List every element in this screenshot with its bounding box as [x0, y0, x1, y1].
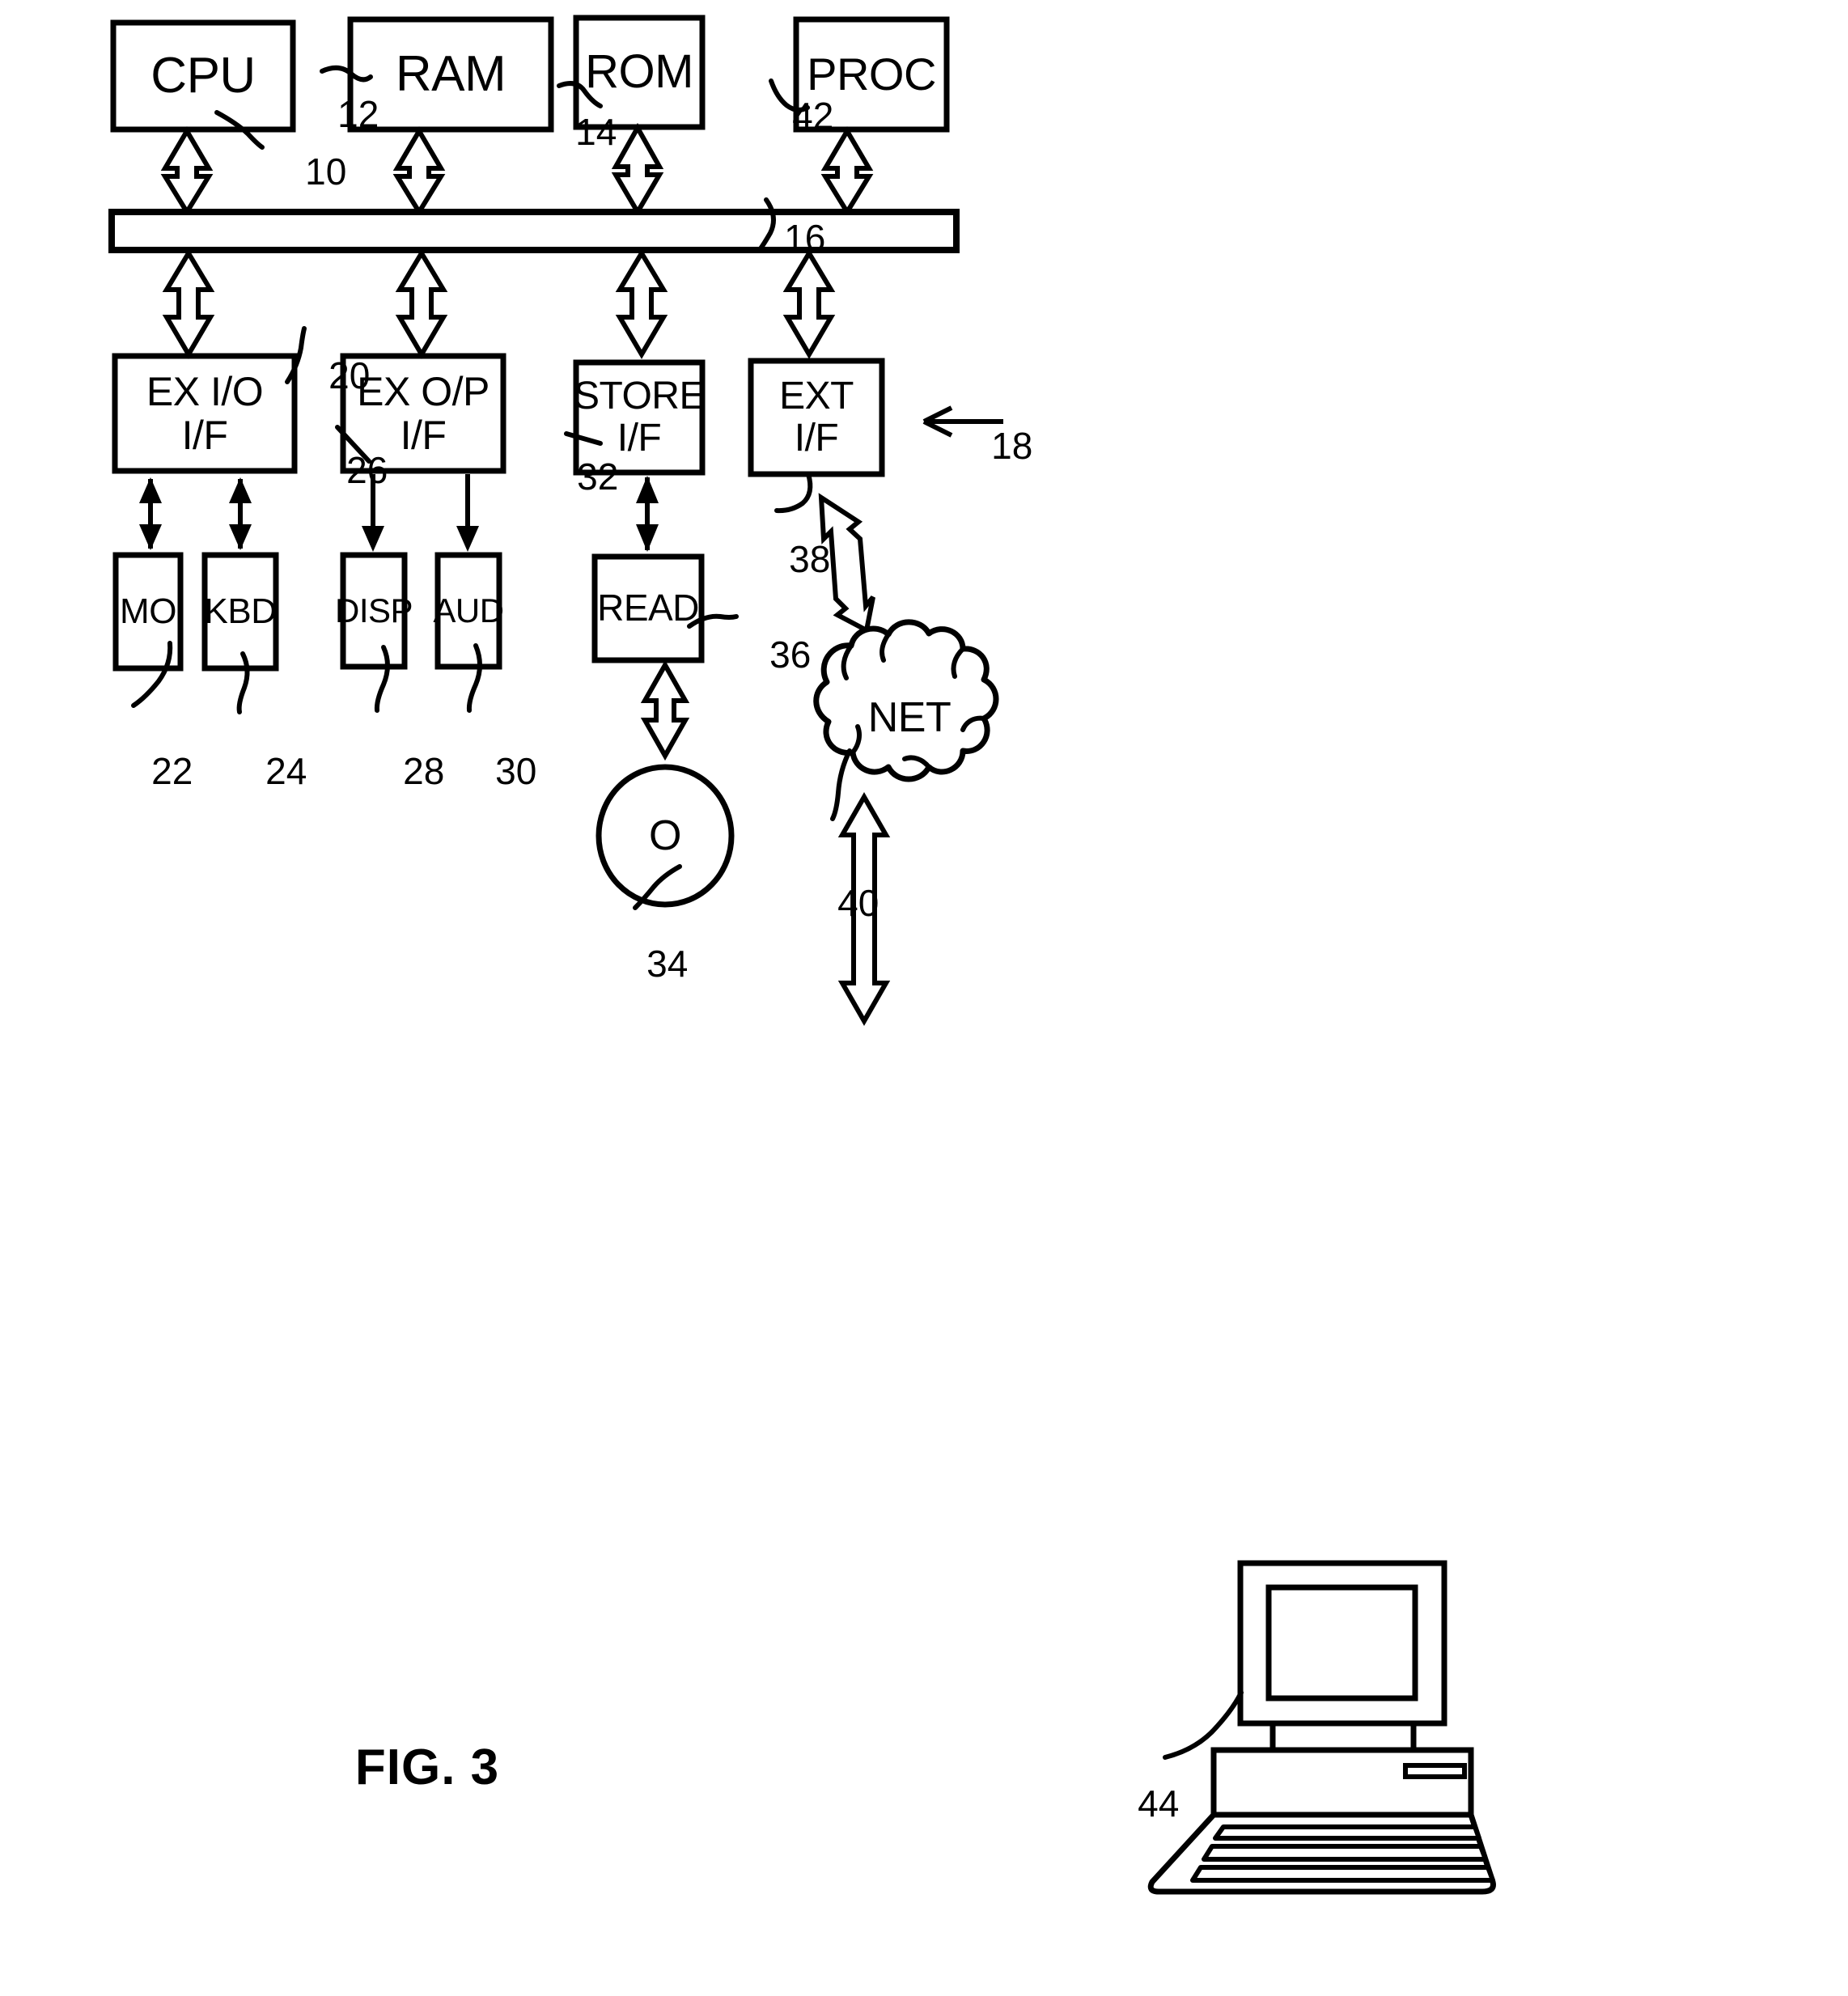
arrow-exio-kbd-head-up	[229, 477, 252, 503]
ref-numeral-18: 18	[950, 380, 1032, 511]
ref-32-text: 32	[577, 456, 619, 498]
block-disp-rect	[340, 552, 408, 670]
arrow-exio-mo-head-down	[139, 524, 162, 550]
ref-16-text: 16	[784, 217, 826, 259]
ref-36-text: 36	[769, 634, 812, 676]
block-kbd-rect	[201, 552, 279, 672]
ref-44-text: 44	[1138, 1782, 1180, 1824]
arrow-cpu-bus	[160, 126, 214, 217]
computer-keyboard-rows	[1190, 1824, 1495, 1883]
leader-30	[466, 643, 482, 713]
disc-media	[596, 764, 735, 908]
arrow-store-read-head-up	[636, 476, 659, 503]
ref-20-text: 20	[328, 354, 371, 396]
block-ext-if-rect	[748, 358, 885, 477]
ref-numeral-42: 42	[751, 50, 833, 181]
arrow-ram-bus	[392, 126, 446, 217]
ref-numeral-14: 14	[534, 66, 617, 197]
ref-numeral-12: 12	[296, 49, 379, 180]
ref-numeral-36: 36	[728, 589, 811, 720]
ref-12-text: 12	[337, 93, 379, 135]
arrow-read-disc	[640, 659, 690, 761]
leader-40	[830, 748, 852, 821]
ref-numeral-26: 26	[305, 405, 388, 536]
ref-numeral-44: 44	[1096, 1738, 1179, 1869]
arrow-store-read-head-down	[636, 524, 659, 552]
diagram-canvas	[108, 15, 1496, 1895]
ref-22-text: 22	[151, 750, 193, 792]
computer-monitor-stand	[1269, 1723, 1417, 1751]
ref-numeral-34: 34	[605, 898, 688, 1029]
ref-numeral-28: 28	[362, 706, 444, 837]
ref-30-text: 30	[495, 750, 537, 792]
ref-numeral-30: 30	[454, 706, 536, 837]
block-ram-rect	[347, 16, 554, 133]
block-ex-io-if-rect	[112, 353, 298, 474]
ref-28-text: 28	[403, 750, 445, 792]
arrow-bus-exop	[395, 248, 448, 359]
leader-22	[131, 641, 173, 708]
ref-38-text: 38	[789, 538, 831, 580]
arrow-bus-exio	[162, 248, 215, 359]
ref-numeral-32: 32	[536, 411, 618, 542]
ref-numeral-24: 24	[224, 706, 307, 837]
computer-monitor-screen	[1265, 1584, 1418, 1701]
arrow-bus-store	[615, 248, 668, 359]
ref-18-text: 18	[991, 425, 1033, 467]
ref-42-text: 42	[792, 95, 834, 137]
ref-34-text: 34	[646, 943, 689, 985]
leader-24	[236, 651, 250, 714]
ref-26-text: 26	[346, 449, 388, 491]
ref-numeral-22: 22	[110, 706, 193, 837]
arrow-exop-aud-head	[456, 526, 479, 552]
bus-bar	[108, 209, 960, 253]
figure-caption-text: FIG. 3	[354, 1740, 500, 1795]
block-read-rect	[591, 553, 705, 663]
figure-caption: FIG. 3	[296, 1681, 499, 1854]
computer-drive-slot	[1403, 1763, 1467, 1779]
arrow-rom-bus	[611, 122, 664, 217]
ref-numeral-40: 40	[796, 837, 879, 968]
ref-24-text: 24	[265, 750, 307, 792]
arrow-exio-mo-head-up	[139, 477, 162, 503]
block-aud-rect	[434, 552, 502, 670]
ref-40-text: 40	[837, 882, 879, 924]
leader-28	[374, 645, 390, 713]
arrow-exio-kbd-head-down	[229, 524, 252, 550]
patent-figure: CPU RAM ROM PROC EX I/O I/F EX O/P I/F S…	[0, 0, 1848, 1996]
ref-14-text: 14	[575, 111, 617, 153]
ref-numeral-16: 16	[743, 172, 825, 303]
net-cloud	[813, 619, 999, 782]
